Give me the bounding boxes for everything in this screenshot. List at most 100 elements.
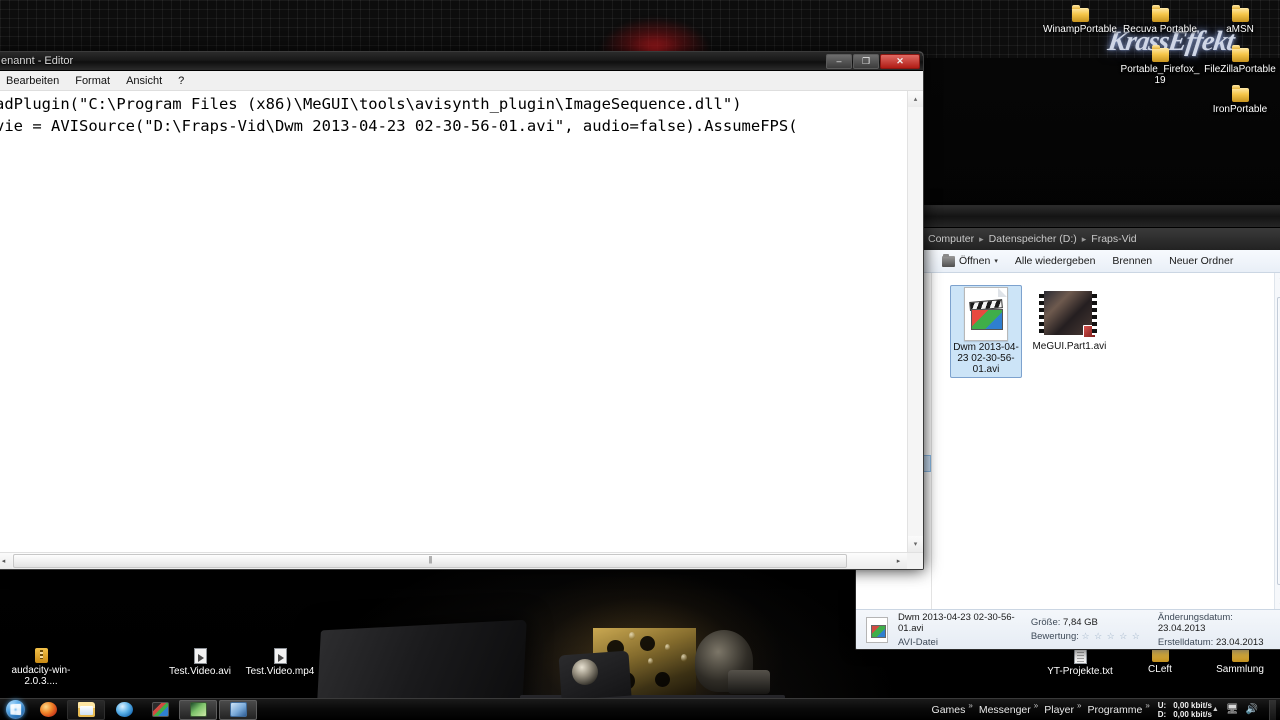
taskbar[interactable]: Games » Messenger » Player » Programme »… [0, 698, 1280, 720]
details-file-name: Dwm 2013-04-23 02-30-56-01.avi [898, 611, 1015, 634]
folder-icon [1071, 5, 1089, 22]
scroll-up-icon[interactable]: ▴ [1275, 273, 1280, 281]
desktop-icon-yt-projekte-txt[interactable]: YT-Projekte.txt [1039, 648, 1121, 677]
folder-icon [1231, 45, 1249, 62]
menu-ansicht[interactable]: Ansicht [119, 73, 169, 89]
notepad-horizontal-scrollbar[interactable]: ◂ ▸ [0, 552, 923, 569]
rating-stars-icon[interactable]: ☆ ☆ ☆ ☆ ☆ [1082, 631, 1141, 641]
browser-icon [115, 702, 133, 717]
show-hidden-icons-icon[interactable]: ▲ [1212, 706, 1219, 713]
notepad-icon [229, 702, 247, 717]
toolbar-label: Programme [1087, 703, 1143, 716]
system-tray[interactable]: ▲ 🖥 🔊 [1212, 699, 1280, 720]
show-desktop-button[interactable] [1269, 699, 1276, 720]
details-rating-label: Bewertung: [1030, 631, 1079, 642]
desktop-icon-cleft[interactable]: CLeft [1119, 645, 1201, 675]
explorer-vertical-scrollbar[interactable]: ▴ ▾ [1274, 273, 1280, 609]
taskbar-button-media-player[interactable] [143, 700, 177, 720]
menu-format[interactable]: Format [68, 73, 117, 89]
desktop-icon-iron-portable[interactable]: IronPortable [1199, 85, 1280, 115]
breadcrumb-computer[interactable]: Computer [928, 233, 974, 245]
resize-grip[interactable] [907, 553, 923, 569]
file-item-dwm-avi[interactable]: Dwm 2013-04-23 02-30-56-01.avi [950, 285, 1022, 378]
chevron-double-right-icon[interactable]: » [968, 701, 972, 710]
taskbar-button-browser[interactable] [107, 700, 141, 720]
play-all-button[interactable]: Alle wiedergeben [1015, 255, 1096, 267]
upload-label: U: [1157, 700, 1167, 710]
explorer-file-list[interactable]: Dwm 2013-04-23 02-30-56-01.avi MeGUI.Par… [932, 273, 1274, 609]
taskbar-button-megui[interactable] [179, 699, 217, 720]
menu-help[interactable]: ? [171, 73, 191, 89]
desktop-icon-portable-firefox-19[interactable]: Portable_Firefox_19 [1119, 45, 1201, 86]
start-button[interactable] [0, 699, 30, 720]
desktop-icon-recuva-portable[interactable]: Recuva Portable [1119, 5, 1201, 35]
burn-button[interactable]: Brennen [1112, 255, 1152, 267]
desktop-icon-label: Portable_Firefox_19 [1120, 64, 1200, 86]
desktop-icon-filezilla-portable[interactable]: FileZillaPortable [1199, 45, 1280, 75]
details-modified-value: 23.04.2013 [1157, 622, 1206, 634]
notepad-titlebar[interactable]: enannt - Editor – ❐ ✕ [0, 52, 923, 71]
taskbar-button-firefox[interactable] [31, 700, 65, 720]
desktop-icon-amsn[interactable]: aMSN [1199, 5, 1280, 35]
scroll-up-icon[interactable]: ▴ [908, 91, 923, 107]
new-folder-button[interactable]: Neuer Ordner [1169, 255, 1233, 267]
taskbar-button-notepad[interactable] [219, 699, 257, 720]
taskbar-toolbar-games[interactable]: Games » [932, 701, 973, 716]
desktop-icon-label: WinampPortable [1043, 24, 1117, 35]
details-size-column: Größe: 7,84 GB Bewertung: ☆ ☆ ☆ ☆ ☆ [1031, 617, 1148, 642]
minimize-button[interactable]: – [826, 54, 852, 69]
taskbar-toolbar-player[interactable]: Player » [1044, 701, 1081, 716]
details-size-label: Größe: [1030, 617, 1061, 628]
notepad-vertical-scrollbar[interactable]: ▴ ▾ [907, 91, 923, 552]
desktop-icon-audacity[interactable]: audacity-win-2.0.3.... [0, 648, 82, 687]
desktop-icon-test-video-avi[interactable]: Test.Video.avi [159, 648, 241, 677]
notepad-menubar[interactable]: Bearbeiten Format Ansicht ? [0, 71, 923, 91]
desktop-icon-sammlung[interactable]: Sammlung [1199, 645, 1280, 675]
text-file-icon [1073, 648, 1087, 664]
maximize-button[interactable]: ❐ [853, 54, 879, 69]
scroll-left-icon[interactable]: ◂ [0, 553, 12, 569]
wallpaper-lighter-wheel [572, 659, 598, 685]
network-speed-monitor[interactable]: U: D: 0,00 kbit/s 0,00 kbit/s [1158, 701, 1212, 719]
notepad-window[interactable]: enannt - Editor – ❐ ✕ Bearbeiten Format … [0, 51, 924, 570]
details-modified-label: Änderungsdatum: [1157, 611, 1233, 623]
chevron-double-right-icon[interactable]: » [1145, 701, 1149, 710]
taskbar-toolbar-programme[interactable]: Programme » [1087, 701, 1149, 716]
code-line: adPlugin("C:\Program Files (x86)\MeGUI\t… [0, 95, 742, 113]
file-item-label: Dwm 2013-04-23 02-30-56-01.avi [953, 342, 1019, 375]
notepad-text-area[interactable]: adPlugin("C:\Program Files (x86)\MeGUI\t… [0, 91, 907, 552]
network-icon[interactable]: 🖥 [1226, 704, 1239, 715]
desktop-icon-label: FileZillaPortable [1204, 64, 1276, 75]
taskbar-toolbar-messenger[interactable]: Messenger » [979, 701, 1038, 716]
breadcrumb-datenspeicher[interactable]: Datenspeicher (D:) [989, 233, 1077, 245]
scroll-down-icon[interactable]: ▾ [908, 536, 923, 552]
breadcrumb-fraps-vid[interactable]: Fraps-Vid [1091, 233, 1136, 245]
desktop-icon-test-video-mp4[interactable]: Test.Video.mp4 [239, 648, 321, 677]
menu-bearbeiten[interactable]: Bearbeiten [0, 73, 66, 89]
scroll-down-icon[interactable]: ▾ [1275, 601, 1280, 609]
upload-value: 0,00 kbit/s [1173, 700, 1212, 710]
desktop-icon-winamp-portable[interactable]: WinampPortable [1039, 5, 1121, 35]
chevron-double-right-icon[interactable]: » [1034, 701, 1038, 710]
window-controls[interactable]: – ❐ ✕ [826, 54, 920, 69]
open-button-label: Öffnen [959, 255, 991, 267]
download-value: 0,00 kbit/s [1173, 709, 1212, 719]
details-created-value: 23.04.2013 [1215, 636, 1264, 648]
desktop-icon-label: aMSN [1226, 24, 1254, 35]
chevron-right-icon: ▸ [1081, 233, 1087, 244]
chevron-double-right-icon[interactable]: » [1077, 701, 1081, 710]
horizontal-scroll-track[interactable] [12, 553, 890, 569]
volume-icon[interactable]: 🔊 [1246, 704, 1258, 715]
open-button[interactable]: Öffnen ▾ [942, 253, 998, 267]
close-button[interactable]: ✕ [880, 54, 920, 69]
details-file-type: AVI-Datei [898, 636, 938, 648]
details-created-label: Erstelldatum: [1157, 636, 1214, 648]
desktop[interactable]: KrassEffekt WinampPortable Recuva Portab… [0, 0, 1280, 720]
taskbar-button-explorer[interactable] [67, 699, 105, 720]
folder-icon [1231, 645, 1249, 662]
horizontal-scroll-thumb[interactable] [13, 554, 847, 568]
desktop-icon-label: Sammlung [1216, 664, 1264, 675]
file-item-megui-part1-avi[interactable]: MeGUI.Part1.avi [1032, 285, 1106, 352]
scroll-right-icon[interactable]: ▸ [890, 553, 907, 569]
details-rating-row[interactable]: Bewertung: ☆ ☆ ☆ ☆ ☆ [1031, 631, 1148, 642]
